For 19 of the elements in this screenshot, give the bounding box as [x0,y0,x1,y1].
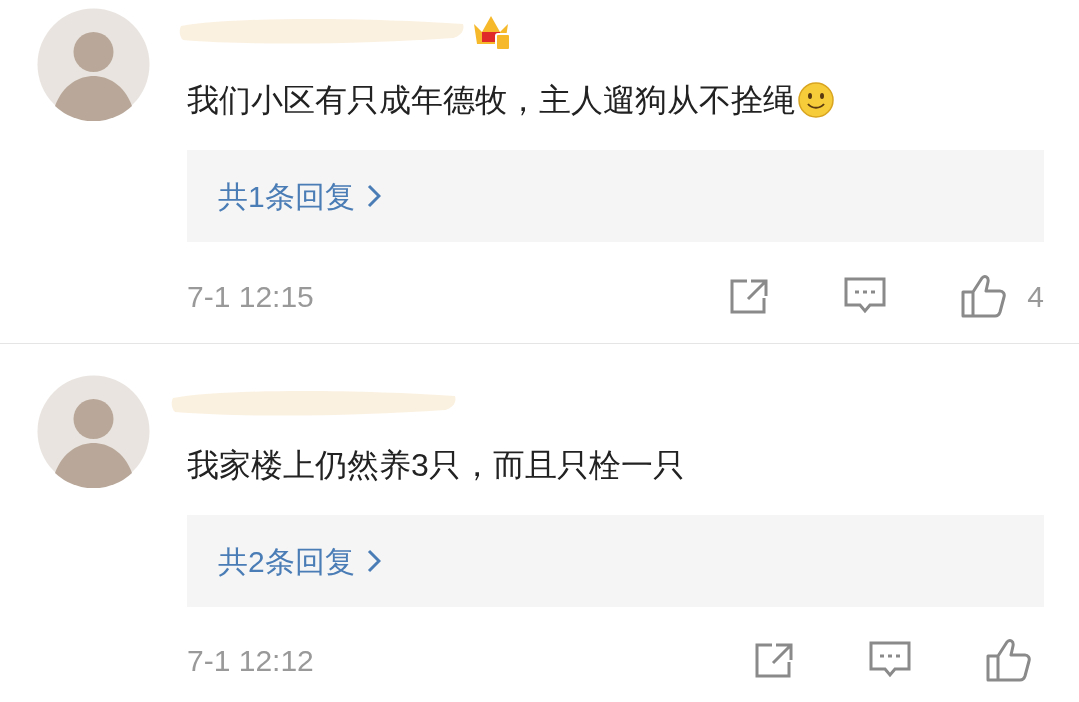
timestamp: 7-1 12:12 [187,642,315,679]
comment-icon[interactable] [869,641,911,679]
replies-link[interactable]: 共2条回复 [218,538,355,584]
timestamp: 7-1 12:15 [187,278,315,315]
thumbs-up-icon[interactable] [986,638,1032,682]
comment-text: 我们小区有只成年德牧，主人遛狗从不拴绳 [187,81,795,120]
share-icon[interactable] [754,642,794,678]
avatar[interactable] [37,375,150,488]
comment-icon[interactable] [844,277,887,315]
like-count: 4 [1027,278,1044,315]
chevron-right-icon [366,549,381,573]
replies-panel[interactable]: 共1条回复 [187,150,1044,242]
avatar[interactable] [37,8,150,121]
share-icon[interactable] [729,278,770,314]
comment-text: 我家楼上仍然养3只，而且只栓一只 [187,446,685,485]
replies-link[interactable]: 共1条回复 [218,173,355,219]
thumbs-up-icon[interactable] [961,274,1008,318]
chevron-right-icon [366,184,381,208]
replies-panel[interactable]: 共2条回复 [187,515,1044,607]
